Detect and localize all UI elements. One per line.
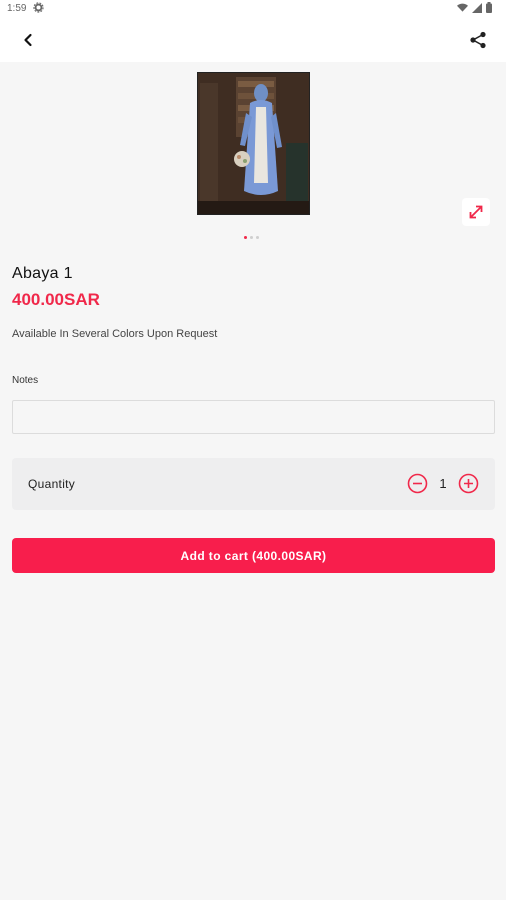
- increase-quantity-button[interactable]: [458, 473, 479, 494]
- share-icon: [470, 31, 486, 49]
- expand-image-button[interactable]: [462, 198, 490, 226]
- quantity-value: 1: [439, 476, 447, 491]
- plus-circle-icon: [458, 473, 479, 494]
- quantity-label: Quantity: [28, 477, 76, 491]
- image-pager-dots: [244, 236, 259, 239]
- wifi-icon: [457, 3, 468, 16]
- abaya-photo: [198, 73, 309, 214]
- status-icons: [457, 2, 492, 16]
- pager-dot[interactable]: [244, 236, 247, 239]
- expand-icon: [469, 205, 483, 219]
- status-time: 1:59: [7, 3, 27, 14]
- minus-circle-icon: [407, 473, 428, 494]
- pager-dot[interactable]: [250, 236, 253, 239]
- gear-icon: [33, 2, 44, 16]
- product-image[interactable]: [197, 72, 310, 215]
- product-price: 400.00SAR: [12, 290, 100, 309]
- product-title: Abaya 1: [12, 265, 73, 282]
- back-button[interactable]: [18, 30, 38, 50]
- pager-dot[interactable]: [256, 236, 259, 239]
- decrease-quantity-button[interactable]: [407, 473, 428, 494]
- battery-icon: [486, 2, 492, 16]
- notes-input[interactable]: [12, 400, 495, 434]
- status-bar: 1:59: [0, 0, 506, 18]
- quantity-row: Quantity 1: [12, 458, 495, 510]
- app-bar: [0, 18, 506, 62]
- product-description: Available In Several Colors Upon Request: [12, 328, 218, 340]
- chevron-left-icon: [24, 33, 32, 47]
- add-to-cart-button[interactable]: Add to cart (400.00SAR): [12, 538, 495, 573]
- share-button[interactable]: [468, 30, 488, 50]
- signal-icon: [472, 2, 482, 16]
- notes-label: Notes: [12, 375, 39, 386]
